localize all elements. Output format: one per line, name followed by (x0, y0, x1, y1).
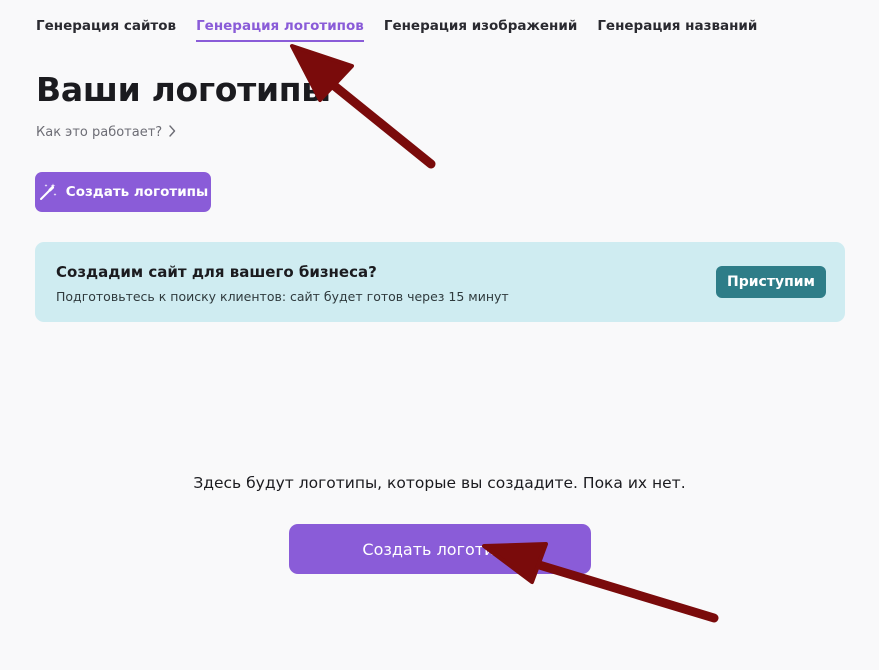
promo-start-button[interactable]: Приступим (716, 266, 826, 298)
top-tabs: Генерация сайтов Генерация логотипов Ген… (36, 18, 757, 42)
how-it-works-label: Как это работает? (36, 125, 163, 140)
promo-title: Создадим сайт для вашего бизнеса? (56, 263, 377, 281)
create-logos-button-label: Создать логотипы (65, 184, 209, 200)
chevron-right-icon (168, 125, 176, 140)
tab-name-generation[interactable]: Генерация названий (597, 18, 757, 42)
create-logos-button[interactable]: Создать логотипы (35, 172, 211, 212)
magic-wand-icon (38, 182, 58, 202)
tab-image-generation[interactable]: Генерация изображений (384, 18, 577, 42)
empty-state-create-button[interactable]: Создать логотипы (289, 524, 591, 574)
promo-subtitle: Подготовьтесь к поиску клиентов: сайт бу… (56, 289, 509, 304)
empty-state-text: Здесь будут логотипы, которые вы создади… (193, 474, 686, 492)
tab-site-generation[interactable]: Генерация сайтов (36, 18, 176, 42)
how-it-works-link[interactable]: Как это работает? (36, 125, 176, 140)
tab-logo-generation[interactable]: Генерация логотипов (196, 18, 364, 42)
page-title: Ваши логотипы (36, 70, 331, 109)
promo-banner: Создадим сайт для вашего бизнеса? Подгот… (35, 242, 845, 322)
